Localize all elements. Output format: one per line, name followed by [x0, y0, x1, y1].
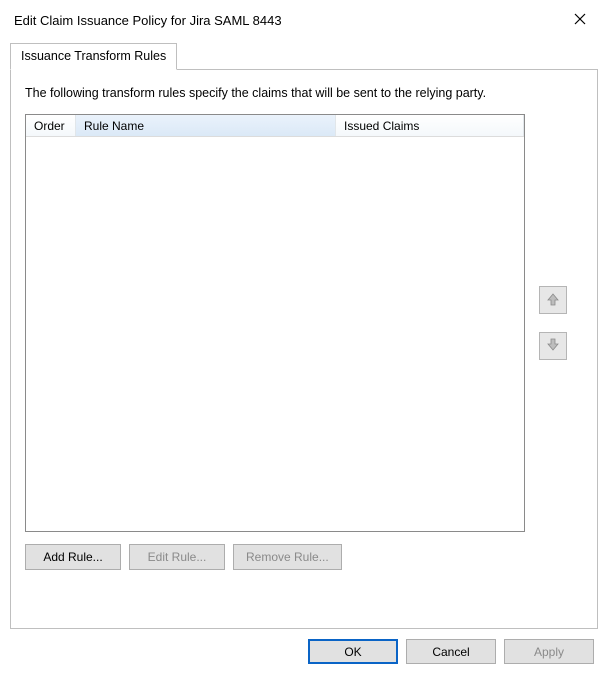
- close-button[interactable]: [566, 8, 594, 32]
- ok-button[interactable]: OK: [308, 639, 398, 664]
- rules-area: Order Rule Name Issued Claims: [25, 114, 583, 532]
- add-rule-button[interactable]: Add Rule...: [25, 544, 121, 570]
- column-header-issued-claims[interactable]: Issued Claims: [336, 115, 524, 136]
- reorder-buttons: [525, 114, 569, 532]
- edit-rule-button[interactable]: Edit Rule...: [129, 544, 225, 570]
- rules-list[interactable]: Order Rule Name Issued Claims: [25, 114, 525, 532]
- tab-issuance-transform-rules[interactable]: Issuance Transform Rules: [10, 43, 177, 70]
- cancel-button[interactable]: Cancel: [406, 639, 496, 664]
- tab-panel: The following transform rules specify th…: [10, 69, 598, 629]
- close-icon: [574, 12, 586, 28]
- rules-list-body: [26, 137, 524, 531]
- window-title: Edit Claim Issuance Policy for Jira SAML…: [14, 13, 282, 28]
- panel-description: The following transform rules specify th…: [25, 86, 583, 100]
- titlebar: Edit Claim Issuance Policy for Jira SAML…: [0, 0, 608, 38]
- column-header-rule-name[interactable]: Rule Name: [76, 115, 336, 136]
- dialog-client: Issuance Transform Rules The following t…: [0, 38, 608, 629]
- tabstrip: Issuance Transform Rules: [10, 43, 598, 70]
- arrow-down-icon: [546, 338, 560, 355]
- remove-rule-button[interactable]: Remove Rule...: [233, 544, 342, 570]
- rule-action-buttons: Add Rule... Edit Rule... Remove Rule...: [25, 544, 583, 570]
- column-header-order[interactable]: Order: [26, 115, 76, 136]
- apply-button[interactable]: Apply: [504, 639, 594, 664]
- arrow-up-icon: [546, 292, 560, 309]
- dialog-footer: OK Cancel Apply: [0, 629, 608, 676]
- move-down-button[interactable]: [539, 332, 567, 360]
- move-up-button[interactable]: [539, 286, 567, 314]
- rules-list-header: Order Rule Name Issued Claims: [26, 115, 524, 137]
